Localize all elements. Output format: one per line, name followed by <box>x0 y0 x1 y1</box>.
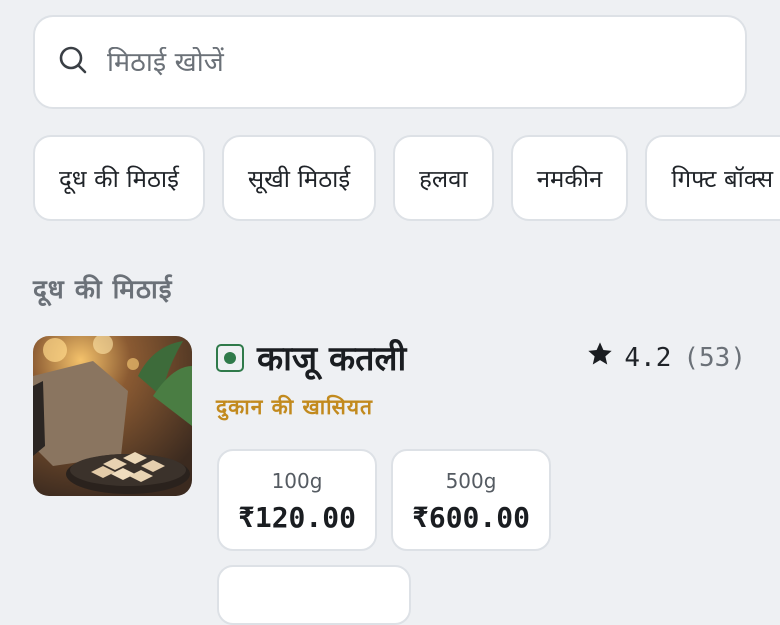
veg-icon <box>216 344 244 372</box>
item-tagline: दुकान की खासियत <box>216 395 373 419</box>
variant-size: 500g <box>445 469 497 493</box>
category-chip-namkeen[interactable]: नमकीन <box>510 135 629 221</box>
rating: 4.2 (53) <box>586 340 746 375</box>
variant-option[interactable]: 500g ₹600.00 <box>391 449 551 551</box>
rating-value: 4.2 <box>624 342 672 373</box>
search-bar[interactable] <box>33 15 747 109</box>
category-chip-gift-box[interactable]: गिफ्ट बॉक्स <box>645 135 780 221</box>
category-chip-milk-sweets[interactable]: दूध की मिठाई <box>33 135 205 221</box>
variant-size: 100g <box>271 469 323 493</box>
variant-price: ₹600.00 <box>411 501 530 534</box>
variant-price: ₹120.00 <box>237 501 356 534</box>
search-icon <box>57 44 89 80</box>
variant-option[interactable]: 100g ₹120.00 <box>217 449 377 551</box>
item-name[interactable]: काजू कतली <box>257 334 406 380</box>
category-chip-dry-sweets[interactable]: सूखी मिठाई <box>221 135 377 221</box>
product-image[interactable] <box>33 336 192 496</box>
add-button[interactable] <box>217 565 411 625</box>
star-icon <box>586 340 624 375</box>
search-input[interactable] <box>107 46 667 78</box>
section-title: दूध की मिठाई <box>33 275 173 305</box>
category-chip-row: दूध की मिठाई सूखी मिठाई हलवा नमकीन गिफ्ट… <box>33 135 780 221</box>
rating-count: (53) <box>683 342 746 373</box>
category-chip-halwa[interactable]: हलवा <box>393 135 494 221</box>
